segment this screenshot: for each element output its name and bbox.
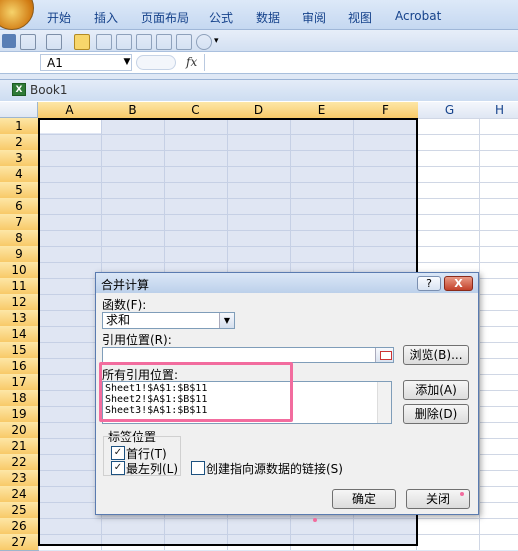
row-header[interactable]: 10: [0, 262, 39, 279]
format-painter-icon[interactable]: [74, 34, 90, 50]
cut-icon[interactable]: [96, 34, 112, 50]
active-cell[interactable]: [40, 120, 101, 133]
row-header[interactable]: 15: [0, 342, 39, 359]
ok-button[interactable]: 确定: [332, 489, 396, 509]
column-header[interactable]: F: [353, 102, 419, 119]
tab-insert[interactable]: 插入: [94, 9, 118, 26]
row-header[interactable]: 26: [0, 518, 39, 535]
undo-icon[interactable]: [20, 34, 36, 50]
insert-function-icon[interactable]: fx: [186, 54, 202, 71]
row-header[interactable]: 7: [0, 214, 39, 231]
column-header[interactable]: G: [418, 102, 482, 119]
row-header[interactable]: 4: [0, 166, 39, 183]
save-icon[interactable]: [2, 34, 16, 48]
column-header[interactable]: E: [290, 102, 354, 119]
link-source-label: 创建指向源数据的链接(S): [206, 462, 343, 476]
copy-icon[interactable]: [156, 34, 172, 50]
help-button[interactable]: ?: [417, 276, 441, 291]
row-header[interactable]: 18: [0, 390, 39, 407]
tab-page-layout[interactable]: 页面布局: [141, 9, 189, 26]
delete-button[interactable]: 删除(D): [403, 404, 469, 424]
tab-data[interactable]: 数据: [256, 9, 280, 26]
print-icon[interactable]: [116, 34, 132, 50]
quick-access-toolbar: ▾: [0, 30, 518, 52]
workbook-title: Book1: [30, 83, 68, 97]
workbook-titlebar: [0, 79, 518, 101]
first-row-checkbox[interactable]: ✓: [111, 446, 125, 460]
column-header[interactable]: C: [164, 102, 228, 119]
row-header[interactable]: 13: [0, 310, 39, 327]
row-header[interactable]: 1: [0, 118, 39, 135]
function-label: 函数(F):: [102, 298, 147, 312]
row-header[interactable]: 11: [0, 278, 39, 295]
name-box[interactable]: A1: [40, 54, 132, 71]
formula-bar-resize-handle[interactable]: [136, 55, 176, 70]
refresh-icon[interactable]: [196, 34, 212, 50]
chevron-down-icon[interactable]: ▼: [219, 313, 234, 328]
add-button[interactable]: 添加(A): [403, 380, 469, 400]
row-header[interactable]: 25: [0, 502, 39, 519]
close-icon[interactable]: X: [444, 276, 473, 291]
tab-home[interactable]: 开始: [47, 9, 71, 26]
column-header[interactable]: D: [227, 102, 291, 119]
row-header[interactable]: 23: [0, 470, 39, 487]
row-header[interactable]: 6: [0, 198, 39, 215]
redo-icon[interactable]: [46, 34, 62, 50]
row-header[interactable]: 21: [0, 438, 39, 455]
function-select[interactable]: 求和: [102, 312, 235, 329]
row-header[interactable]: 22: [0, 454, 39, 471]
references-scrollbar[interactable]: [377, 382, 391, 423]
tab-view[interactable]: 视图: [348, 9, 372, 26]
collapse-dialog-icon[interactable]: [375, 348, 393, 362]
paste-icon[interactable]: [176, 34, 192, 50]
row-header[interactable]: 24: [0, 486, 39, 503]
formula-bar-divider: [204, 54, 205, 71]
tab-acrobat[interactable]: Acrobat: [395, 9, 441, 23]
preview-icon[interactable]: [136, 34, 152, 50]
tab-formulas[interactable]: 公式: [209, 9, 233, 26]
dialog-title: 合并计算: [101, 278, 150, 292]
column-header[interactable]: B: [101, 102, 165, 119]
row-header[interactable]: 8: [0, 230, 39, 247]
reference-input[interactable]: [102, 347, 394, 363]
name-box-dropdown-icon[interactable]: ▼: [122, 54, 132, 71]
cursor-marker: [313, 518, 317, 522]
row-header[interactable]: 12: [0, 294, 39, 311]
row-header[interactable]: 14: [0, 326, 39, 343]
reference-label: 引用位置(R):: [102, 333, 172, 347]
row-header[interactable]: 27: [0, 534, 39, 551]
highlight-box: [99, 362, 293, 422]
row-header[interactable]: 20: [0, 422, 39, 439]
column-header[interactable]: A: [38, 102, 102, 119]
row-header[interactable]: 2: [0, 134, 39, 151]
select-all-button[interactable]: [0, 102, 38, 118]
left-column-checkbox[interactable]: ✓: [111, 461, 125, 475]
row-header[interactable]: 19: [0, 406, 39, 423]
row-header[interactable]: 3: [0, 150, 39, 167]
link-source-checkbox[interactable]: [191, 461, 205, 475]
row-header[interactable]: 5: [0, 182, 39, 199]
tab-review[interactable]: 审阅: [302, 9, 326, 26]
row-header[interactable]: 16: [0, 358, 39, 375]
excel-workbook-icon: X: [12, 83, 26, 96]
cursor-marker: [460, 492, 464, 496]
column-header[interactable]: H: [481, 102, 518, 119]
row-header[interactable]: 17: [0, 374, 39, 391]
row-header[interactable]: 9: [0, 246, 39, 263]
browse-button[interactable]: 浏览(B)...: [403, 345, 469, 365]
left-column-label: 最左列(L): [126, 462, 179, 476]
customize-toolbar-icon[interactable]: ▾: [214, 34, 222, 48]
